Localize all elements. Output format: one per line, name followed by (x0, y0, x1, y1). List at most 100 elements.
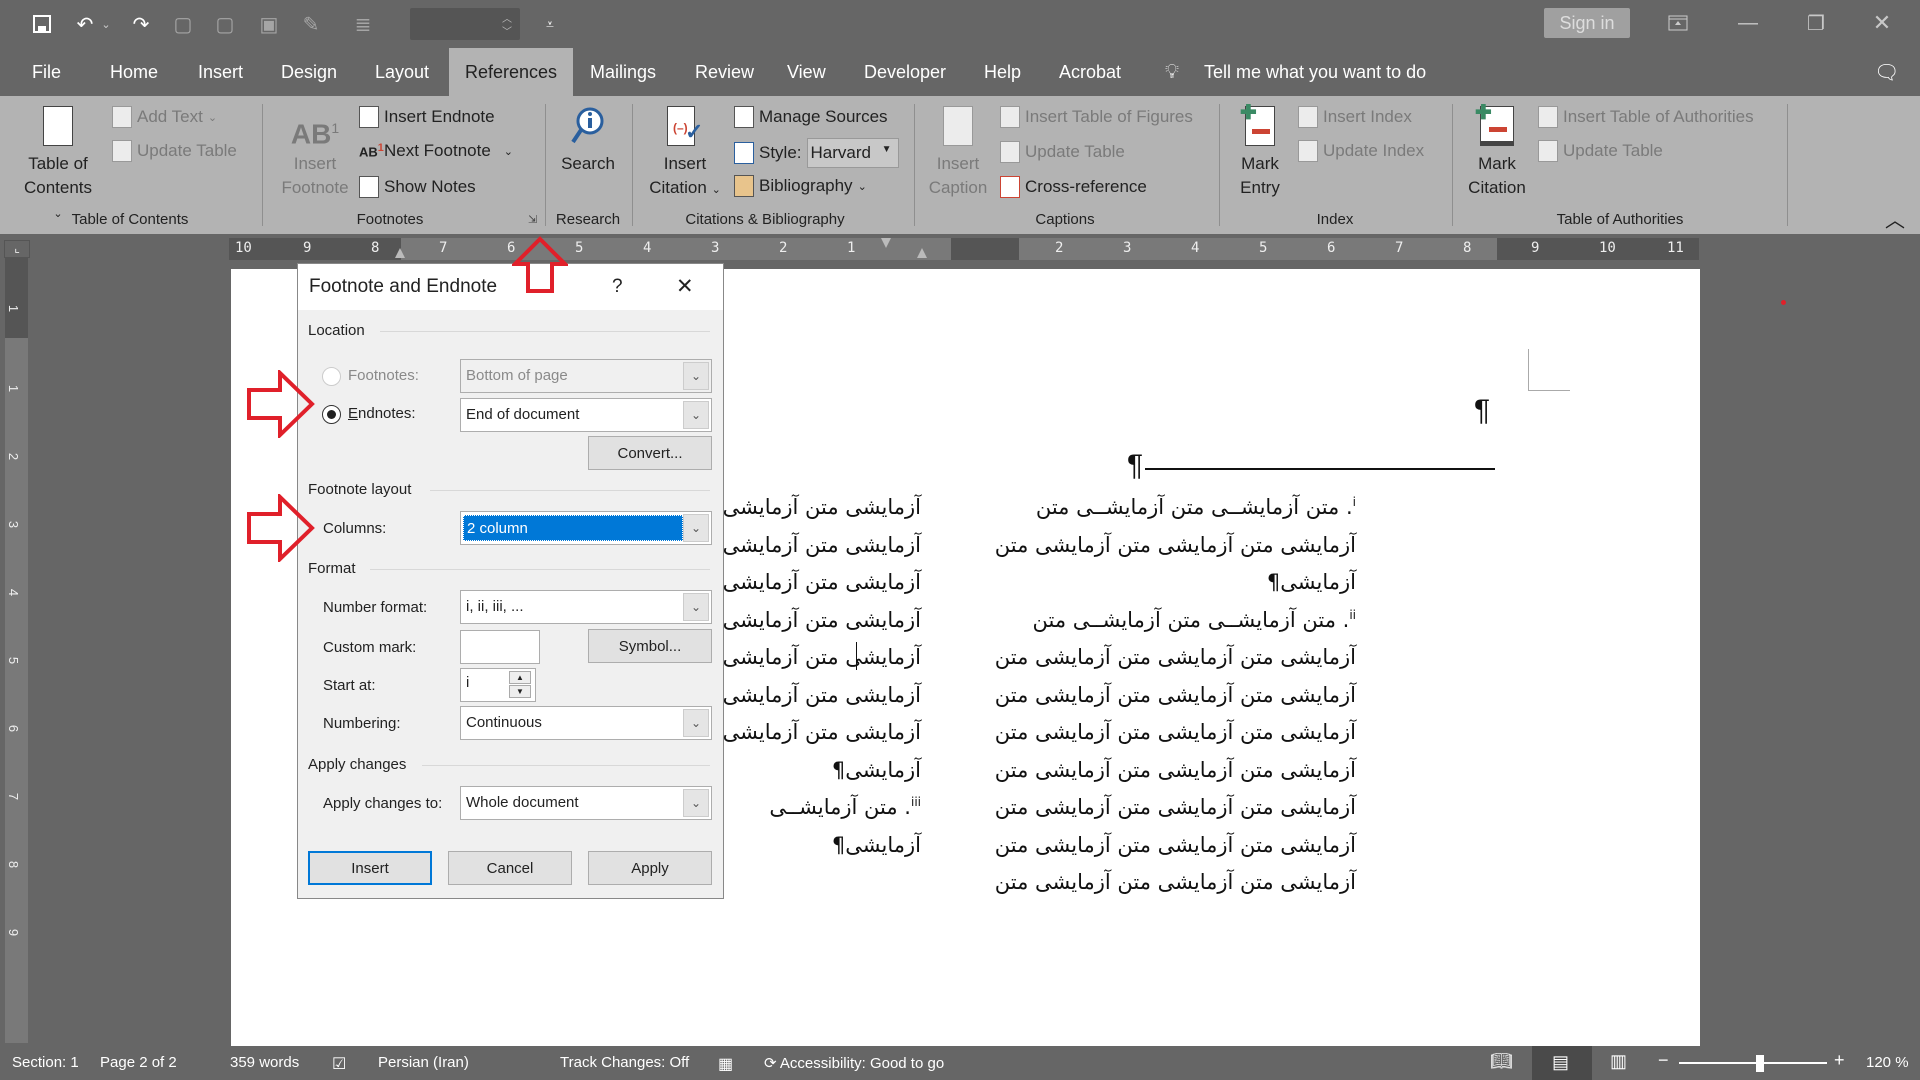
sign-in-button[interactable]: Sign in (1544, 8, 1630, 38)
tab-developer[interactable]: Developer (862, 48, 948, 96)
next-footnote-button[interactable]: AB1 Next Footnote ⌄ (359, 141, 513, 161)
apply-button[interactable]: Apply (588, 851, 712, 885)
insert-table-of-figures-button[interactable]: Insert Table of Figures (1000, 106, 1193, 128)
tab-view[interactable]: View (785, 48, 828, 96)
vertical-ruler[interactable]: 1 1 2 3 4 5 6 7 8 9 (5, 258, 28, 1043)
tab-acrobat[interactable]: Acrobat (1057, 48, 1123, 96)
numbering-select[interactable]: Continuous ⌄ (460, 706, 712, 740)
number-format-select[interactable]: i, ii, iii, ... ⌄ (460, 590, 712, 624)
insert-table-of-authorities-button[interactable]: Insert Table of Authorities (1538, 106, 1754, 128)
mark-entry-button[interactable]: ✚ Mark Entry (1230, 102, 1290, 200)
search-button[interactable]: Search (555, 106, 621, 176)
tab-layout[interactable]: Layout (373, 48, 431, 96)
language-indicator[interactable]: Persian (Iran) (378, 1054, 469, 1071)
update-table-button[interactable]: Update Table (112, 140, 237, 162)
update-table-figures-button[interactable]: Update Table (1000, 141, 1125, 163)
insert-caption-button[interactable]: Insert Caption (924, 106, 992, 200)
horizontal-ruler[interactable]: 10 9 8 7 6 5 4 3 2 1 2 3 4 5 6 7 8 9 10 11 (229, 238, 1699, 260)
custom-mark-input[interactable] (460, 630, 540, 664)
page-indicator[interactable]: Page 2 of 2 (100, 1054, 177, 1071)
reject-icon[interactable]: ▢ (172, 10, 194, 38)
section-indicator[interactable]: Section: 1 (12, 1054, 79, 1071)
collapse-ribbon-icon[interactable]: ︿ (1885, 204, 1905, 233)
close-icon[interactable]: ✕ (676, 274, 694, 299)
convert-button[interactable]: Convert... (588, 436, 712, 470)
undo-icon[interactable]: ↶ (72, 10, 98, 38)
insert-button[interactable]: Insert (308, 851, 432, 885)
tab-references[interactable]: References (449, 48, 574, 96)
font-size-box[interactable]: ︿ ﹀ (410, 8, 520, 40)
print-layout-button[interactable]: ▤ (1532, 1046, 1592, 1080)
insert-endnote-button[interactable]: Insert Endnote (359, 106, 495, 128)
chevron-down-icon[interactable]: ⌄ (504, 145, 513, 158)
track-changes-indicator[interactable]: Track Changes: Off (560, 1054, 689, 1071)
start-at-input[interactable]: i ▲ ▼ (460, 668, 536, 702)
spin-up-icon[interactable]: ▲ (509, 671, 531, 684)
style-value: Harvard (810, 143, 871, 162)
read-mode-icon[interactable]: 📖︎ (1490, 1051, 1513, 1072)
update-table-authorities-button[interactable]: Update Table (1538, 140, 1663, 162)
zoom-level[interactable]: 120 % (1866, 1054, 1909, 1071)
close-icon[interactable]: ✕ (1862, 8, 1902, 38)
dialog-title-bar[interactable]: Footnote and Endnote ? ✕ (298, 264, 723, 310)
cross-reference-button[interactable]: Cross-reference (1000, 176, 1147, 198)
tab-home[interactable]: Home (108, 48, 160, 96)
insert-index-button[interactable]: Insert Index (1298, 106, 1412, 128)
footnotes-radio[interactable] (322, 367, 341, 386)
tab-mailings[interactable]: Mailings (588, 48, 658, 96)
minimize-icon[interactable]: — (1728, 8, 1768, 38)
macro-icon[interactable]: ▦ (718, 1054, 733, 1074)
style-dropdown[interactable]: Harvard ▼ (806, 138, 899, 168)
spin-down-icon[interactable]: ﹀ (502, 23, 512, 38)
zoom-slider-track[interactable] (1679, 1062, 1827, 1064)
add-text-button[interactable]: Add Text ⌄ (112, 106, 217, 128)
accessibility-indicator[interactable]: ⟳ Accessibility: Good to go (764, 1054, 944, 1072)
line-spacing-icon[interactable]: ≣ (350, 10, 376, 38)
show-notes-button[interactable]: Show Notes (359, 176, 476, 198)
tab-file[interactable]: File (30, 48, 63, 96)
comments-icon[interactable]: 🗨︎ (1872, 48, 1901, 96)
word-count[interactable]: 359 words (230, 1054, 299, 1071)
symbol-button[interactable]: Symbol... (588, 629, 712, 663)
insert-footnote-button[interactable]: AB1 Insert Footnote (276, 110, 354, 200)
help-button[interactable]: ? (612, 276, 623, 298)
customize-qat-icon[interactable]: ⩡ (540, 10, 560, 38)
first-line-indent-marker[interactable] (881, 238, 891, 248)
spin-down-icon[interactable]: ▼ (509, 685, 531, 698)
apply-to-select[interactable]: Whole document ⌄ (460, 786, 712, 820)
zoom-slider-thumb[interactable] (1756, 1055, 1765, 1072)
table-of-contents-button[interactable]: Table of Contents ⌄ (18, 106, 98, 226)
undo-dropdown-icon[interactable]: ⌄ (100, 10, 112, 38)
save-icon[interactable] (28, 10, 56, 38)
tab-review[interactable]: Review (693, 48, 756, 96)
dialog-launcher-icon[interactable]: ⇲ (528, 213, 537, 226)
endnotes-location-select[interactable]: End of document ⌄ (460, 398, 712, 432)
tab-design[interactable]: Design (279, 48, 339, 96)
zoom-in-button[interactable]: + (1834, 1050, 1845, 1071)
line-text: آزمایشی متن آزمایشی (722, 570, 921, 594)
bibliography-button[interactable]: Bibliography ⌄ (734, 175, 867, 197)
cancel-button[interactable]: Cancel (448, 851, 572, 885)
tell-me-search[interactable]: Tell me what you want to do (1202, 48, 1428, 96)
columns-select[interactable]: 2 column ⌄ (460, 511, 712, 545)
draw-icon[interactable]: ✎ (298, 10, 324, 38)
tab-selector-icon[interactable]: ⌞ (4, 240, 30, 258)
tab-help[interactable]: Help (982, 48, 1023, 96)
web-layout-icon[interactable]: ▥ (1610, 1051, 1627, 1072)
indent-marker[interactable] (395, 248, 405, 258)
ribbon-display-options-icon[interactable] (1658, 8, 1698, 38)
proofing-icon[interactable]: ☑ (332, 1054, 346, 1074)
manage-sources-button[interactable]: Manage Sources (734, 106, 888, 128)
redo-icon[interactable]: ↷ (128, 10, 154, 38)
change-picture-icon[interactable]: ▣ (256, 10, 282, 38)
mark-citation-button[interactable]: ✚ Mark Citation (1462, 102, 1532, 200)
accept-icon[interactable]: ▢ (214, 10, 236, 38)
update-index-button[interactable]: Update Index (1298, 140, 1424, 162)
insert-citation-button[interactable]: (–) ✓ Insert Citation ⌄ (642, 106, 728, 202)
hanging-indent-marker[interactable] (917, 248, 927, 258)
footnotes-location-select[interactable]: Bottom of page ⌄ (460, 359, 712, 393)
endnotes-radio[interactable] (322, 405, 341, 424)
tab-insert[interactable]: Insert (196, 48, 245, 96)
zoom-out-button[interactable]: − (1658, 1050, 1669, 1071)
restore-icon[interactable]: ❐ (1796, 8, 1836, 38)
